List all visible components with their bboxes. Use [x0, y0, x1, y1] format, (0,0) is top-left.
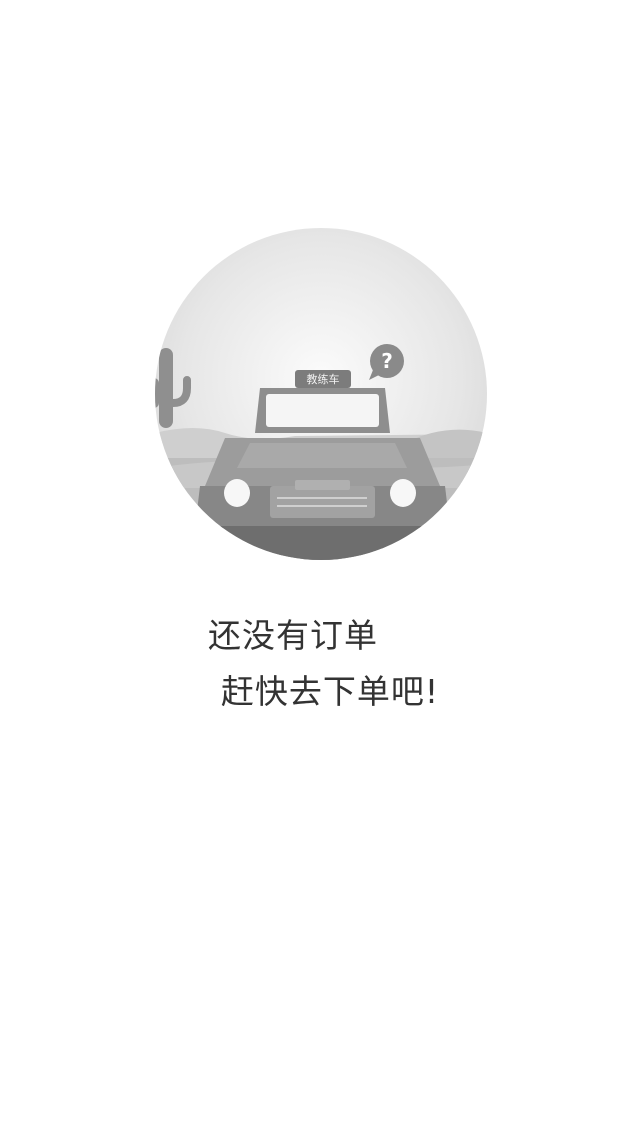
- car-illustration-svg: 教练车 ?: [155, 228, 487, 560]
- sign-text: 教练车: [307, 372, 340, 386]
- driving-school-sign: 教练车: [295, 370, 351, 388]
- empty-message-line2: 赶快去下单吧!: [220, 672, 440, 711]
- empty-message-line1: 还没有订单: [208, 616, 378, 655]
- question-mark: ?: [381, 349, 393, 373]
- no-orders-illustration: 教练车 ?: [155, 228, 487, 560]
- empty-orders-page: 教练车 ? 还没有订单 赶快去下单吧!: [0, 0, 640, 1136]
